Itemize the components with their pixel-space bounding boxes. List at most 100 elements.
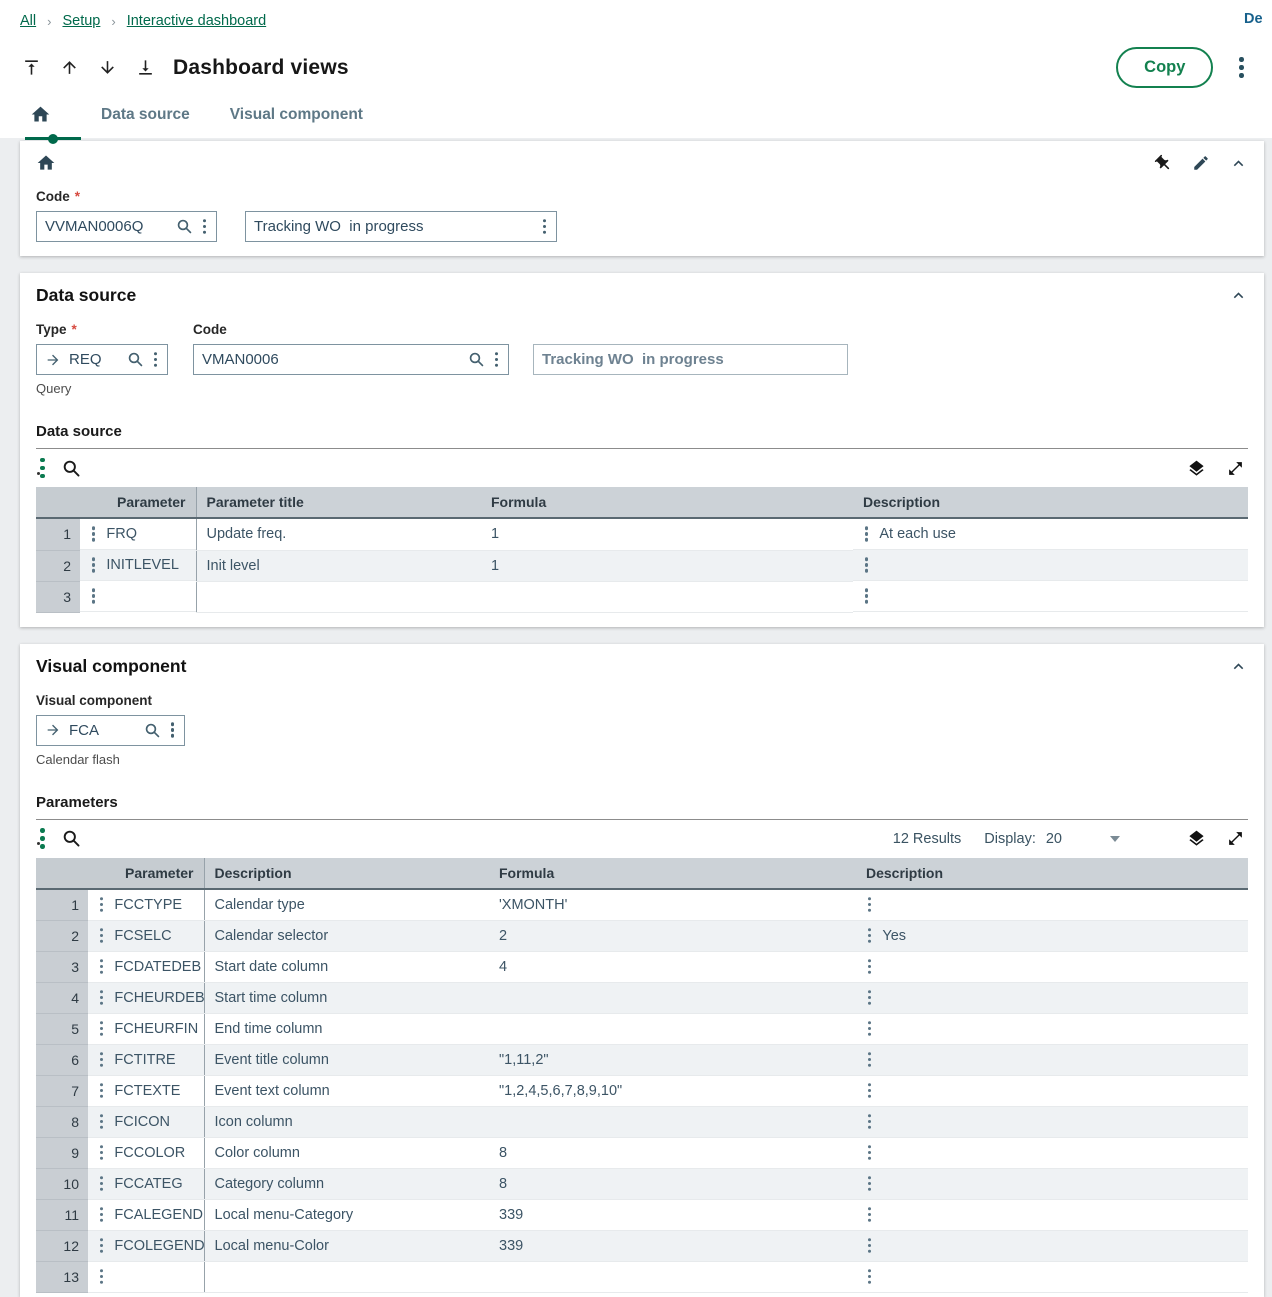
search-icon[interactable] — [127, 351, 144, 368]
search-icon[interactable] — [144, 722, 161, 739]
row-actions-kebab-icon[interactable] — [100, 1244, 103, 1247]
cell-formula[interactable] — [489, 1262, 856, 1293]
breadcrumb-link-setup[interactable]: Setup — [62, 13, 100, 29]
cell-description[interactable] — [856, 1107, 1248, 1138]
cell-description[interactable] — [856, 1200, 1248, 1231]
cell-actions-kebab-icon[interactable] — [868, 1244, 871, 1247]
row-actions-kebab-icon[interactable] — [100, 965, 103, 968]
cell-formula[interactable]: 8 — [489, 1138, 856, 1169]
cell-parameter[interactable]: FCDATEDEB — [88, 952, 204, 983]
breadcrumb-link-all[interactable]: All — [20, 13, 36, 29]
row-number[interactable]: 9 — [36, 1138, 88, 1169]
cell-title[interactable]: Start date column — [204, 952, 489, 983]
row-actions-kebab-icon[interactable] — [92, 563, 95, 566]
cell-description[interactable] — [856, 1045, 1248, 1076]
edit-icon[interactable] — [1192, 154, 1210, 172]
cell-parameter[interactable]: FRQ — [80, 519, 196, 550]
row-number[interactable]: 3 — [36, 952, 88, 983]
column-header-parameter[interactable]: Parameter — [88, 858, 204, 889]
cell-title[interactable]: Calendar selector — [204, 921, 489, 952]
row-number[interactable]: 1 — [36, 518, 80, 550]
cell-parameter[interactable]: FCCOLOR — [88, 1138, 204, 1169]
row-number[interactable]: 11 — [36, 1200, 88, 1231]
tab-data-source[interactable]: Data source — [101, 106, 190, 124]
tab-home[interactable] — [20, 104, 61, 125]
cell-description[interactable] — [856, 890, 1248, 921]
cell-formula[interactable] — [489, 1107, 856, 1138]
code-field[interactable]: VVMAN0006Q — [36, 211, 217, 242]
more-actions-kebab-icon[interactable] — [1239, 65, 1244, 70]
cell-actions-kebab-icon[interactable] — [868, 996, 871, 999]
cell-parameter[interactable]: FCHEURFIN — [88, 1014, 204, 1045]
cell-parameter[interactable]: FCTITRE — [88, 1045, 204, 1076]
cell-parameter[interactable]: INITLEVEL — [80, 550, 196, 581]
cell-description[interactable] — [856, 983, 1248, 1014]
cell-actions-kebab-icon[interactable] — [868, 965, 871, 968]
cell-description[interactable] — [856, 1262, 1248, 1293]
cell-description[interactable] — [856, 1138, 1248, 1169]
cell-actions-kebab-icon[interactable] — [865, 532, 868, 535]
cell-description[interactable]: Yes — [856, 921, 1248, 952]
cell-actions-kebab-icon[interactable] — [868, 903, 871, 906]
column-header-description[interactable]: Description — [204, 858, 489, 889]
pin-icon[interactable] — [1150, 150, 1177, 177]
column-header-formula[interactable]: Formula — [489, 858, 856, 889]
collapse-section-icon[interactable] — [1229, 657, 1248, 676]
cell-title[interactable]: Local menu-Color — [204, 1231, 489, 1262]
row-actions-kebab-icon[interactable] — [92, 594, 95, 597]
cell-formula[interactable]: 339 — [489, 1231, 856, 1262]
search-icon[interactable] — [176, 218, 193, 235]
cell-formula[interactable] — [489, 1014, 856, 1045]
display-count-dropdown[interactable]: Display: 20 — [984, 831, 1120, 847]
cell-actions-kebab-icon[interactable] — [868, 1182, 871, 1185]
grid-levels-icon[interactable] — [1185, 827, 1208, 850]
field-options-kebab-icon[interactable] — [203, 225, 206, 228]
cell-title[interactable]: Color column — [204, 1138, 489, 1169]
cell-parameter[interactable]: FCHEURDEB — [88, 983, 204, 1014]
row-number[interactable]: 13 — [36, 1262, 88, 1293]
cell-parameter[interactable]: FCCATEG — [88, 1169, 204, 1200]
field-options-kebab-icon[interactable] — [171, 728, 174, 731]
cell-parameter[interactable] — [88, 1262, 204, 1293]
cell-formula[interactable] — [481, 581, 853, 612]
column-header-formula[interactable]: Formula — [481, 487, 853, 518]
column-header-description2[interactable]: Description — [856, 858, 1248, 889]
breadcrumb-link-interactive-dashboard[interactable]: Interactive dashboard — [127, 13, 266, 29]
row-actions-kebab-icon[interactable] — [92, 532, 95, 535]
column-header-description[interactable]: Description — [853, 487, 1248, 518]
row-number[interactable]: 5 — [36, 1014, 88, 1045]
cell-title[interactable]: Category column — [204, 1169, 489, 1200]
collapse-section-icon[interactable] — [1229, 154, 1248, 173]
grid-expand-icon[interactable] — [1225, 458, 1246, 479]
row-actions-kebab-icon[interactable] — [100, 1120, 103, 1123]
cell-formula[interactable]: 8 — [489, 1169, 856, 1200]
cell-parameter[interactable]: FCCTYPE — [88, 890, 204, 921]
cell-parameter[interactable] — [80, 581, 196, 612]
row-actions-kebab-icon[interactable] — [100, 1089, 103, 1092]
cell-description[interactable] — [856, 1076, 1248, 1107]
grid-search-icon[interactable] — [60, 827, 83, 850]
row-number[interactable]: 1 — [36, 889, 88, 921]
cell-parameter[interactable]: FCALEGEND — [88, 1200, 204, 1231]
copy-button[interactable]: Copy — [1116, 47, 1213, 88]
row-number[interactable]: 4 — [36, 983, 88, 1014]
cell-parameter[interactable]: FCTEXTE — [88, 1076, 204, 1107]
row-actions-kebab-icon[interactable] — [100, 934, 103, 937]
cell-formula[interactable]: 1 — [481, 550, 853, 581]
row-number[interactable]: 3 — [36, 581, 80, 612]
column-header-parameter[interactable]: Parameter — [80, 487, 196, 518]
cell-description[interactable] — [856, 952, 1248, 983]
cell-title[interactable]: Event title column — [204, 1045, 489, 1076]
cell-actions-kebab-icon[interactable] — [868, 1275, 871, 1278]
grid-levels-icon[interactable] — [1185, 457, 1208, 480]
cell-formula[interactable]: 2 — [489, 921, 856, 952]
cell-formula[interactable]: 4 — [489, 952, 856, 983]
first-record-button[interactable] — [20, 56, 43, 79]
cell-title[interactable]: Update freq. — [196, 518, 481, 550]
row-actions-kebab-icon[interactable] — [100, 1151, 103, 1154]
cell-actions-kebab-icon[interactable] — [868, 934, 871, 937]
field-options-kebab-icon[interactable] — [543, 225, 546, 228]
cell-actions-kebab-icon[interactable] — [868, 1027, 871, 1030]
cell-formula[interactable]: 'XMONTH' — [489, 889, 856, 921]
cell-title[interactable]: Start time column — [204, 983, 489, 1014]
